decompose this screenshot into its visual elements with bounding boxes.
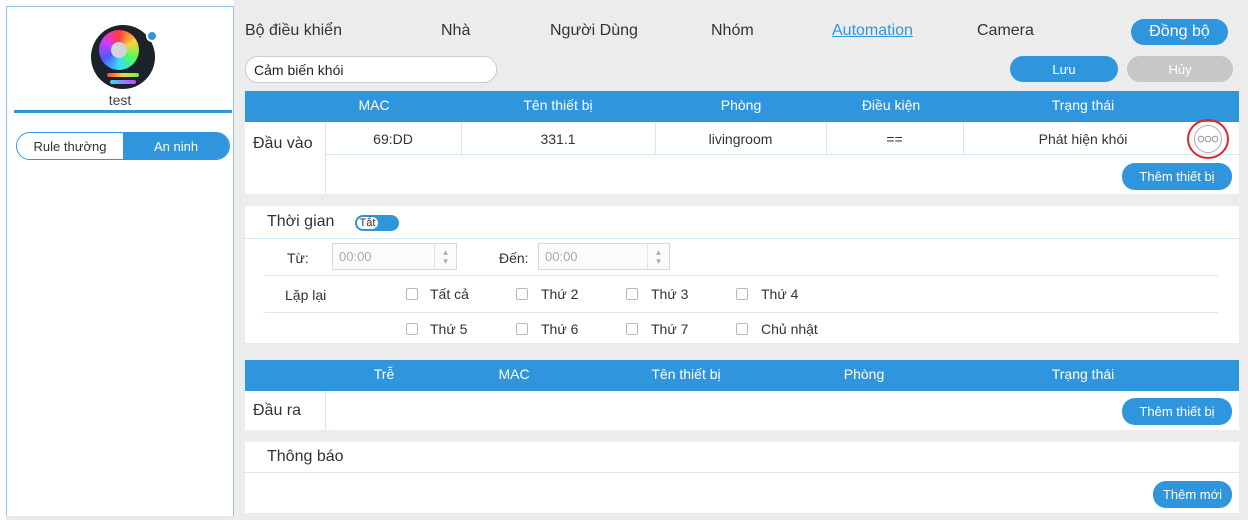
checkbox-thu[interactable] xyxy=(406,323,418,335)
time-section-label: Thời gian xyxy=(267,213,335,230)
checkbox-tue-label: Thứ 3 xyxy=(651,286,689,302)
rule-type-toggle: Rule thường An ninh xyxy=(16,132,230,160)
user-name: test xyxy=(108,92,132,108)
col-device-name: Tên thiết bị xyxy=(523,97,593,113)
to-time-value: 00:00 xyxy=(545,249,578,264)
checkbox-all[interactable] xyxy=(406,288,418,300)
checkbox-fri[interactable] xyxy=(516,323,528,335)
input-row-condition: == xyxy=(886,131,903,147)
time-toggle-label: Tắt xyxy=(356,216,379,230)
col-room: Phòng xyxy=(843,366,885,382)
save-button[interactable]: Lưu xyxy=(1010,56,1118,82)
col-mac: MAC xyxy=(498,366,530,382)
output-panel: Trễ MAC Tên thiết bị Phòng Trạng thái Đầ… xyxy=(245,360,1239,430)
repeat-label: Lặp lại xyxy=(285,287,327,303)
col-status: Trạng thái xyxy=(1051,97,1115,113)
time-toggle[interactable]: Tắt xyxy=(355,215,399,231)
nav-groups[interactable]: Nhóm xyxy=(711,22,754,40)
checkbox-sat-label: Thứ 7 xyxy=(651,321,689,337)
from-time-spinner-icon[interactable]: ▴ ▾ xyxy=(434,244,456,269)
nav-controller[interactable]: Bộ điều khiển xyxy=(245,22,342,40)
col-delay: Trễ xyxy=(373,366,395,382)
col-room: Phòng xyxy=(720,97,762,113)
input-table-header: MAC Tên thiết bị Phòng Điều kiện Trạng t… xyxy=(245,91,1239,122)
left-panel-footer xyxy=(6,516,234,520)
avatar-status-dot xyxy=(146,30,158,42)
checkbox-fri-label: Thứ 6 xyxy=(541,321,579,337)
checkbox-wed-label: Thứ 4 xyxy=(761,286,799,302)
from-time-input[interactable]: 00:00 ▴ ▾ xyxy=(332,243,457,270)
output-table-header: Trễ MAC Tên thiết bị Phòng Trạng thái xyxy=(245,360,1239,391)
nav-users[interactable]: Người Dùng xyxy=(550,22,638,40)
notification-add-button[interactable]: Thêm mới xyxy=(1153,481,1232,508)
rule-name-input[interactable] xyxy=(245,56,497,83)
notification-section-label: Thông báo xyxy=(267,448,344,465)
col-device-name: Tên thiết bị xyxy=(651,366,721,382)
time-panel: Thời gian Tắt Từ: 00:00 ▴ ▾ Đến: 00:00 ▴ ▾… xyxy=(245,206,1239,343)
checkbox-tue[interactable] xyxy=(626,288,638,300)
col-status: Trạng thái xyxy=(1051,366,1115,382)
notification-panel: Thông báo Thêm mới xyxy=(245,442,1239,513)
from-label: Từ: xyxy=(287,250,309,266)
tab-security[interactable]: An ninh xyxy=(123,133,229,159)
sync-button[interactable]: Đồng bộ xyxy=(1131,19,1228,45)
checkbox-all-label: Tất cả xyxy=(430,286,469,302)
col-condition: Điều kiện xyxy=(861,97,921,113)
left-divider xyxy=(14,110,232,113)
input-panel: MAC Tên thiết bị Phòng Điều kiện Trạng t… xyxy=(245,91,1239,194)
output-add-device-button[interactable]: Thêm thiết bị xyxy=(1122,398,1232,425)
checkbox-sat[interactable] xyxy=(626,323,638,335)
checkbox-thu-label: Thứ 5 xyxy=(430,321,468,337)
cancel-button[interactable]: Hủy xyxy=(1127,56,1233,82)
to-label: Đến: xyxy=(499,250,529,266)
checkbox-sun[interactable] xyxy=(736,323,748,335)
checkbox-wed[interactable] xyxy=(736,288,748,300)
col-mac: MAC xyxy=(358,97,390,113)
nav-automation[interactable]: Automation xyxy=(832,22,913,40)
input-row-room: livingroom xyxy=(708,131,773,147)
input-row-mac: 69:DD xyxy=(373,131,413,147)
input-row-device: 331.1 xyxy=(540,131,576,147)
to-time-input[interactable]: 00:00 ▴ ▾ xyxy=(538,243,670,270)
output-section-label: Đầu ra xyxy=(253,402,302,419)
from-time-value: 00:00 xyxy=(339,249,372,264)
more-options-icon[interactable] xyxy=(1194,125,1222,153)
input-add-device-button[interactable]: Thêm thiết bị xyxy=(1122,163,1232,190)
input-section-label: Đầu vào xyxy=(253,135,313,152)
input-row-status: Phát hiện khói xyxy=(1038,131,1128,147)
checkbox-mon[interactable] xyxy=(516,288,528,300)
checkbox-sun-label: Chủ nhật xyxy=(761,321,818,337)
to-time-spinner-icon[interactable]: ▴ ▾ xyxy=(647,244,669,269)
tab-rule-normal[interactable]: Rule thường xyxy=(17,133,123,159)
nav-home[interactable]: Nhà xyxy=(441,22,470,40)
nav-camera[interactable]: Camera xyxy=(977,22,1034,40)
checkbox-mon-label: Thứ 2 xyxy=(541,286,579,302)
